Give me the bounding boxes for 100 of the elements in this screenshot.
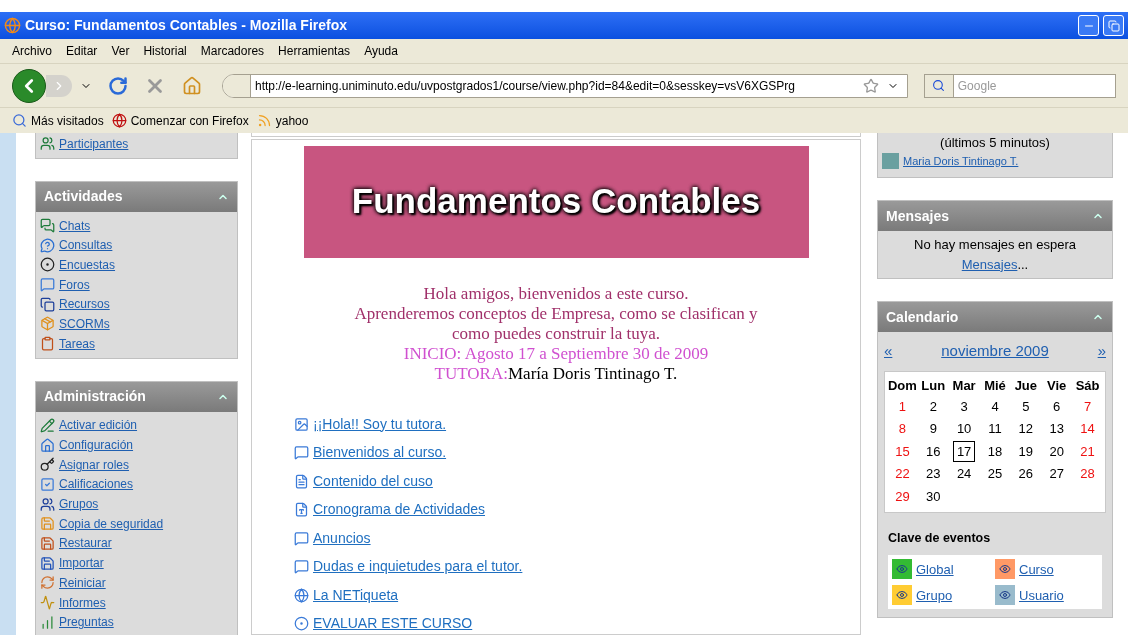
box-icon — [40, 316, 55, 332]
calendar-day[interactable]: 24 — [952, 464, 976, 484]
calendar-day[interactable]: 3 — [956, 396, 972, 416]
calendar-day[interactable]: 11 — [984, 419, 1006, 439]
resource-link[interactable]: Bienvenidos al curso. — [313, 442, 447, 463]
event-type-link[interactable]: Global — [916, 559, 954, 579]
calendar-day[interactable]: 28 — [1076, 464, 1099, 484]
reload-icon[interactable] — [108, 75, 128, 96]
calendar-day[interactable]: 10 — [952, 419, 976, 439]
calendar-day[interactable]: 2 — [925, 396, 941, 416]
speech-bubble-icon — [294, 559, 309, 574]
search-field[interactable]: Google — [924, 73, 1116, 98]
calendar-day[interactable]: 29 — [891, 486, 914, 506]
rss-icon — [256, 113, 272, 128]
back-button[interactable] — [12, 68, 46, 103]
block-title: Administración — [44, 387, 146, 406]
resource-link[interactable]: ¡¡Hola!! Soy tu tutora. — [313, 413, 447, 435]
calendar-day[interactable]: 7 — [1079, 396, 1096, 416]
restore-button[interactable] — [1103, 15, 1124, 36]
resource-link[interactable]: La NETiqueta — [313, 584, 399, 606]
sidebar-link[interactable]: Grupos — [59, 495, 99, 514]
event-type-link[interactable]: Usuario — [1019, 585, 1064, 605]
sidebar-link[interactable]: Participantes — [59, 134, 129, 153]
menu-item[interactable]: Archivo — [12, 42, 52, 60]
calendar-day[interactable]: 19 — [1014, 441, 1038, 461]
calendar-day[interactable]: 5 — [1018, 396, 1034, 416]
menu-item[interactable]: Ver — [111, 42, 130, 60]
calendar-day[interactable]: 8 — [894, 419, 911, 439]
weekday-header: Jue — [1013, 376, 1039, 395]
calendar-day[interactable]: 25 — [983, 464, 1007, 484]
calendar-day[interactable]: 18 — [983, 441, 1007, 461]
sidebar-link[interactable]: Informes — [59, 593, 106, 612]
sidebar-link[interactable]: Chats — [59, 216, 91, 235]
calendar-day[interactable]: 27 — [1045, 464, 1068, 484]
sidebar-link[interactable]: Reiniciar — [59, 573, 106, 592]
sidebar-link[interactable]: Tareas — [59, 334, 96, 353]
calendar-day[interactable]: 17 — [952, 440, 976, 462]
intro-text: como puedes construir la tuya. — [451, 323, 661, 344]
weekday-header: Dom — [887, 376, 918, 395]
resource-link[interactable]: Cronograma de Actividades — [313, 499, 485, 520]
speech-bubble-icon — [294, 530, 309, 546]
calendar-day[interactable]: 23 — [922, 464, 945, 484]
menu-item[interactable]: Editar — [66, 42, 98, 60]
sidebar-link[interactable]: Importar — [59, 554, 104, 573]
intro-text: Aprenderemos conceptos de Empresa, como se clasifican y — [354, 303, 758, 324]
sidebar-link[interactable]: SCORMs — [59, 314, 110, 333]
sidebar-link[interactable]: Calificaciones — [59, 475, 134, 494]
event-type-link[interactable]: Curso — [1019, 559, 1054, 579]
sidebar-link[interactable]: Consultas — [59, 236, 113, 255]
bookmark-link[interactable]: Comenzar con Firefox — [130, 111, 249, 130]
key-icon — [40, 457, 55, 473]
bookmark-star-icon[interactable] — [863, 77, 879, 94]
window-title: Curso: Fundamentos Contables - Mozilla Firefox — [25, 16, 349, 35]
month-link[interactable]: noviembre 2009 — [941, 340, 1049, 363]
bookmark-link[interactable]: Más visitados — [31, 111, 104, 130]
sidebar-link[interactable]: Preguntas — [59, 613, 114, 632]
calendar-day[interactable]: 21 — [1076, 441, 1099, 461]
resource-link[interactable]: EVALUAR ESTE CURSO — [313, 613, 473, 634]
minimize-button[interactable] — [1078, 15, 1099, 36]
bookmark-link[interactable]: yahoo — [275, 111, 309, 130]
search-engine-icon[interactable] — [925, 74, 954, 97]
previous-month-link[interactable]: « — [884, 340, 893, 363]
messages-link[interactable]: Mensajes — [961, 254, 1018, 274]
sidebar-link[interactable]: Copia de seguridad — [59, 514, 164, 533]
calendar-day[interactable]: 14 — [1076, 419, 1099, 439]
calendar-day[interactable]: 16 — [922, 441, 945, 461]
block-title: Mensajes — [886, 206, 950, 226]
calendar-day[interactable]: 1 — [894, 396, 911, 416]
calendar-day[interactable]: 12 — [1014, 419, 1038, 439]
sidebar-link[interactable]: Asignar roles — [59, 455, 130, 474]
calendar-day[interactable]: 15 — [891, 441, 914, 461]
next-month-link[interactable]: » — [1097, 340, 1106, 363]
menu-item[interactable]: Ayuda — [364, 42, 398, 60]
calendar-day[interactable]: 9 — [925, 419, 941, 439]
calendar-day[interactable]: 26 — [1014, 464, 1038, 484]
event-type-link[interactable]: Grupo — [916, 585, 953, 605]
calendar-day[interactable]: 30 — [922, 486, 945, 506]
menu-item[interactable]: Historial — [143, 42, 187, 60]
calendar-day[interactable]: 22 — [891, 464, 914, 484]
sidebar-link[interactable]: Restaurar — [59, 534, 112, 553]
home-icon[interactable] — [182, 75, 202, 96]
user-link[interactable]: Maria Doris Tintinago T. — [903, 152, 1019, 169]
search-input[interactable]: Google — [953, 76, 1115, 95]
menu-item[interactable]: Marcadores — [200, 42, 265, 60]
sidebar-link[interactable]: Recursos — [59, 295, 110, 314]
address-bar[interactable]: http://e-learning.uniminuto.edu/uvpostgrados1/course/view.php?id=84&edit=0&sesskey=vsV6XGSPrg — [222, 73, 908, 98]
resource-link[interactable]: Dudas e inquietudes para el tutor. — [313, 556, 523, 577]
resource-link[interactable]: Anuncios — [313, 527, 371, 549]
sidebar-link[interactable]: Foros — [59, 275, 90, 294]
messages-text: No hay mensajes en espera — [914, 236, 1076, 254]
sidebar-link[interactable]: Encuestas — [59, 255, 116, 274]
sidebar-link[interactable]: Activar edición — [59, 416, 138, 435]
calendar-day[interactable]: 4 — [987, 396, 1003, 416]
resource-link[interactable]: Contenido del cuso — [313, 470, 433, 492]
calendar-day[interactable]: 13 — [1045, 419, 1068, 439]
calendar-day[interactable]: 20 — [1045, 441, 1068, 461]
menu-item[interactable]: Herramientas — [278, 42, 351, 60]
stacked-windows-icon — [40, 296, 55, 312]
calendar-day[interactable]: 6 — [1049, 396, 1065, 416]
sidebar-link[interactable]: Configuración — [59, 436, 134, 455]
